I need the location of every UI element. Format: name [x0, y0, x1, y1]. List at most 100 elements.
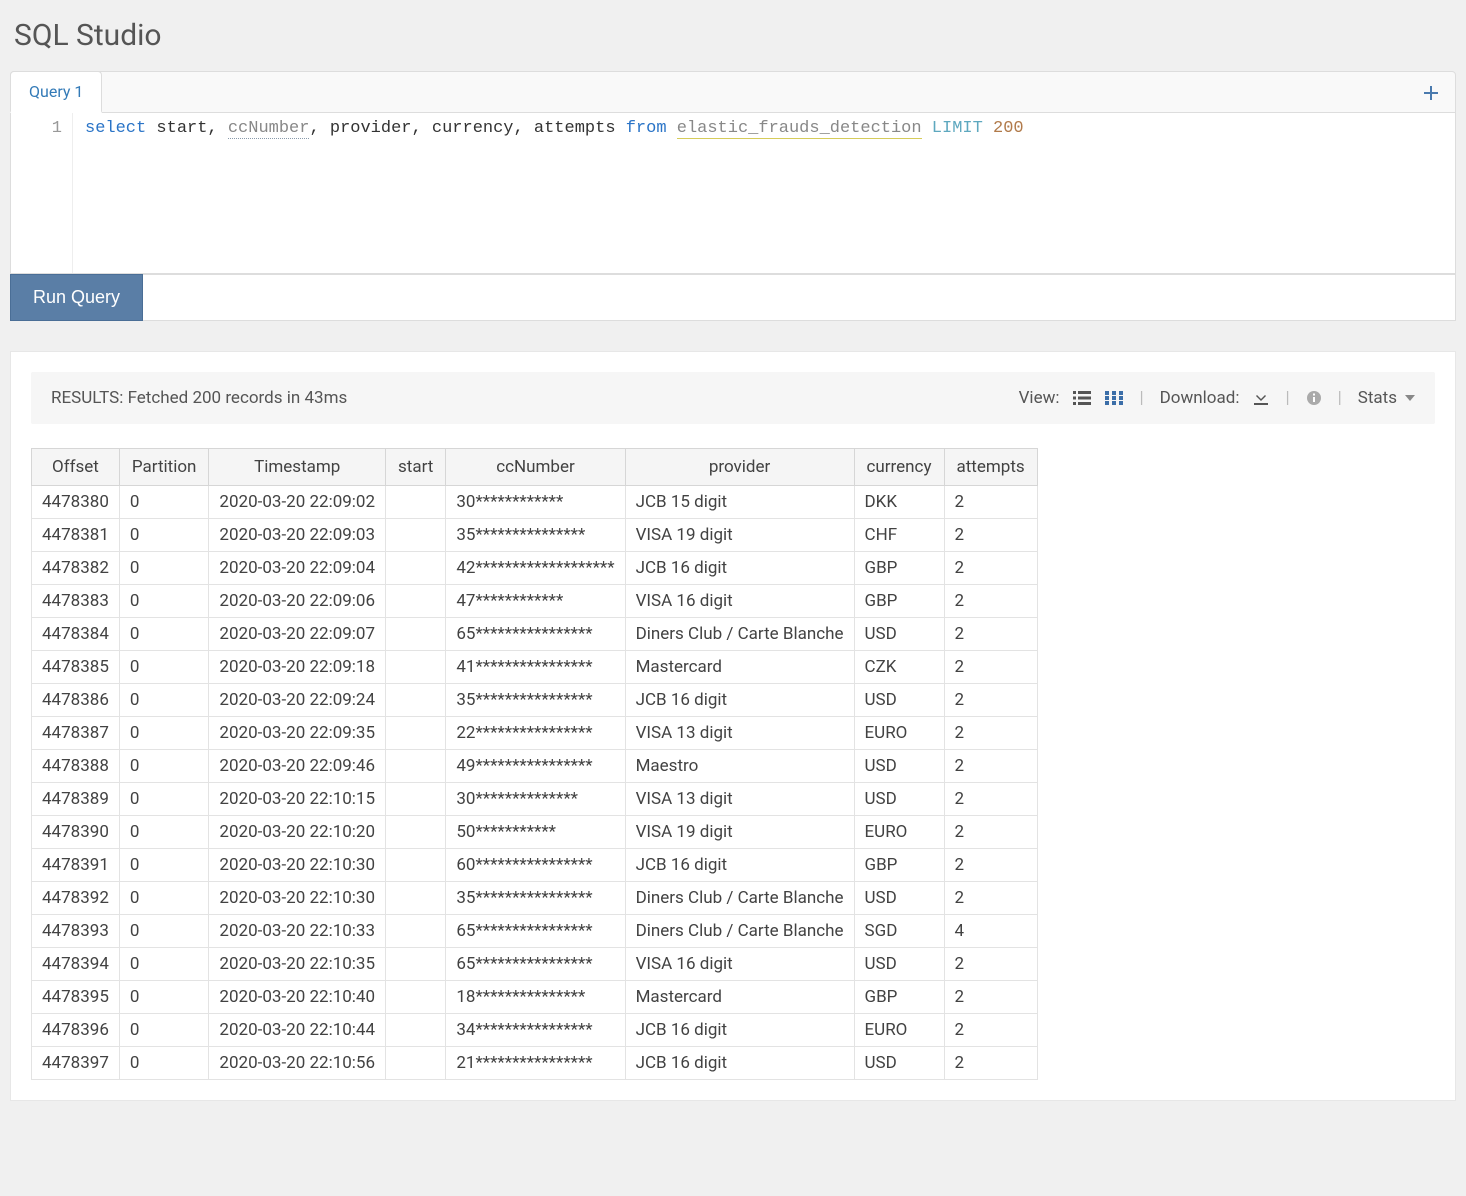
- token-table: elastic_frauds_detection: [677, 119, 922, 139]
- cell-offset: 4478380: [32, 486, 120, 519]
- cell-ccNumber: 30************: [446, 486, 625, 519]
- add-tab-button[interactable]: [1407, 74, 1455, 111]
- separator: |: [1137, 388, 1145, 408]
- col-offset[interactable]: Offset: [32, 449, 120, 486]
- cell-currency: GBP: [854, 552, 944, 585]
- cell-start: [386, 519, 446, 552]
- sql-editor[interactable]: 1 select start, ccNumber, provider, curr…: [10, 113, 1456, 274]
- table-row[interactable]: 447838802020-03-20 22:09:4649***********…: [32, 750, 1038, 783]
- cell-partition: 0: [119, 684, 209, 717]
- table-row[interactable]: 447839402020-03-20 22:10:3565***********…: [32, 948, 1038, 981]
- view-grid-button[interactable]: [1105, 390, 1123, 406]
- cell-start: [386, 1014, 446, 1047]
- cell-partition: 0: [119, 1047, 209, 1080]
- cell-provider: VISA 19 digit: [625, 816, 854, 849]
- cell-offset: 4478395: [32, 981, 120, 1014]
- cell-ccNumber: 30**************: [446, 783, 625, 816]
- token-keyword: from: [626, 119, 667, 138]
- table-row[interactable]: 447839302020-03-20 22:10:3365***********…: [32, 915, 1038, 948]
- cell-timestamp: 2020-03-20 22:09:07: [209, 618, 386, 651]
- cell-provider: VISA 19 digit: [625, 519, 854, 552]
- table-row[interactable]: 447838402020-03-20 22:09:0765***********…: [32, 618, 1038, 651]
- cell-attempts: 2: [944, 717, 1037, 750]
- cell-timestamp: 2020-03-20 22:10:35: [209, 948, 386, 981]
- cell-offset: 4478384: [32, 618, 120, 651]
- col-provider[interactable]: provider: [625, 449, 854, 486]
- cell-ccNumber: 65****************: [446, 948, 625, 981]
- cell-partition: 0: [119, 717, 209, 750]
- cell-timestamp: 2020-03-20 22:09:24: [209, 684, 386, 717]
- cell-offset: 4478381: [32, 519, 120, 552]
- cell-provider: JCB 16 digit: [625, 849, 854, 882]
- cell-attempts: 2: [944, 849, 1037, 882]
- token-text: start,: [146, 119, 228, 138]
- editor-code[interactable]: select start, ccNumber, provider, curren…: [73, 113, 1455, 273]
- cell-partition: 0: [119, 651, 209, 684]
- token-identifier: ccNumber: [228, 119, 310, 139]
- cell-start: [386, 618, 446, 651]
- download-button[interactable]: [1253, 390, 1269, 406]
- table-row[interactable]: 447838002020-03-20 22:09:0230***********…: [32, 486, 1038, 519]
- results-panel: RESULTS: Fetched 200 records in 43ms Vie…: [10, 351, 1456, 1101]
- cell-timestamp: 2020-03-20 22:10:30: [209, 882, 386, 915]
- cell-provider: JCB 16 digit: [625, 1047, 854, 1080]
- cell-offset: 4478382: [32, 552, 120, 585]
- cell-timestamp: 2020-03-20 22:09:18: [209, 651, 386, 684]
- cell-attempts: 2: [944, 684, 1037, 717]
- table-row[interactable]: 447839602020-03-20 22:10:4434***********…: [32, 1014, 1038, 1047]
- table-row[interactable]: 447838602020-03-20 22:09:2435***********…: [32, 684, 1038, 717]
- cell-ccNumber: 34****************: [446, 1014, 625, 1047]
- separator: |: [1336, 388, 1344, 408]
- table-row[interactable]: 447838702020-03-20 22:09:3522***********…: [32, 717, 1038, 750]
- cell-provider: VISA 16 digit: [625, 585, 854, 618]
- col-ccnumber[interactable]: ccNumber: [446, 449, 625, 486]
- cell-partition: 0: [119, 585, 209, 618]
- cell-start: [386, 882, 446, 915]
- col-timestamp[interactable]: Timestamp: [209, 449, 386, 486]
- run-query-button[interactable]: Run Query: [10, 274, 143, 321]
- table-row[interactable]: 447839202020-03-20 22:10:3035***********…: [32, 882, 1038, 915]
- table-row[interactable]: 447838302020-03-20 22:09:0647***********…: [32, 585, 1038, 618]
- cell-currency: GBP: [854, 585, 944, 618]
- table-row[interactable]: 447838902020-03-20 22:10:1530***********…: [32, 783, 1038, 816]
- table-row[interactable]: 447839502020-03-20 22:10:4018***********…: [32, 981, 1038, 1014]
- cell-ccNumber: 65****************: [446, 618, 625, 651]
- cell-start: [386, 1047, 446, 1080]
- cell-ccNumber: 49****************: [446, 750, 625, 783]
- tab-query-1[interactable]: Query 1: [10, 71, 102, 113]
- cell-currency: SGD: [854, 915, 944, 948]
- separator: |: [1283, 388, 1291, 408]
- table-row[interactable]: 447838202020-03-20 22:09:0442***********…: [32, 552, 1038, 585]
- table-row[interactable]: 447838102020-03-20 22:09:0335***********…: [32, 519, 1038, 552]
- col-attempts[interactable]: attempts: [944, 449, 1037, 486]
- stats-button[interactable]: Stats: [1358, 388, 1415, 408]
- col-partition[interactable]: Partition: [119, 449, 209, 486]
- cell-provider: Mastercard: [625, 651, 854, 684]
- results-table: Offset Partition Timestamp start ccNumbe…: [31, 448, 1038, 1080]
- cell-timestamp: 2020-03-20 22:09:03: [209, 519, 386, 552]
- table-row[interactable]: 447839702020-03-20 22:10:5621***********…: [32, 1047, 1038, 1080]
- cell-provider: JCB 16 digit: [625, 552, 854, 585]
- cell-partition: 0: [119, 783, 209, 816]
- cell-timestamp: 2020-03-20 22:10:56: [209, 1047, 386, 1080]
- cell-ccNumber: 41****************: [446, 651, 625, 684]
- col-currency[interactable]: currency: [854, 449, 944, 486]
- cell-ccNumber: 65****************: [446, 915, 625, 948]
- col-start[interactable]: start: [386, 449, 446, 486]
- cell-offset: 4478385: [32, 651, 120, 684]
- token-keyword: select: [85, 119, 146, 138]
- cell-ccNumber: 35***************: [446, 519, 625, 552]
- table-row[interactable]: 447839102020-03-20 22:10:3060***********…: [32, 849, 1038, 882]
- cell-timestamp: 2020-03-20 22:09:46: [209, 750, 386, 783]
- table-row[interactable]: 447838502020-03-20 22:09:18 41***********…: [32, 651, 1038, 684]
- cell-partition: 0: [119, 750, 209, 783]
- info-button[interactable]: [1306, 390, 1322, 406]
- cell-currency: GBP: [854, 981, 944, 1014]
- view-list-button[interactable]: [1073, 390, 1091, 406]
- cell-provider: Maestro: [625, 750, 854, 783]
- table-row[interactable]: 447839002020-03-20 22:10:2050***********…: [32, 816, 1038, 849]
- chevron-down-icon: [1405, 390, 1415, 406]
- cell-currency: DKK: [854, 486, 944, 519]
- cell-offset: 4478393: [32, 915, 120, 948]
- cell-currency: EURO: [854, 717, 944, 750]
